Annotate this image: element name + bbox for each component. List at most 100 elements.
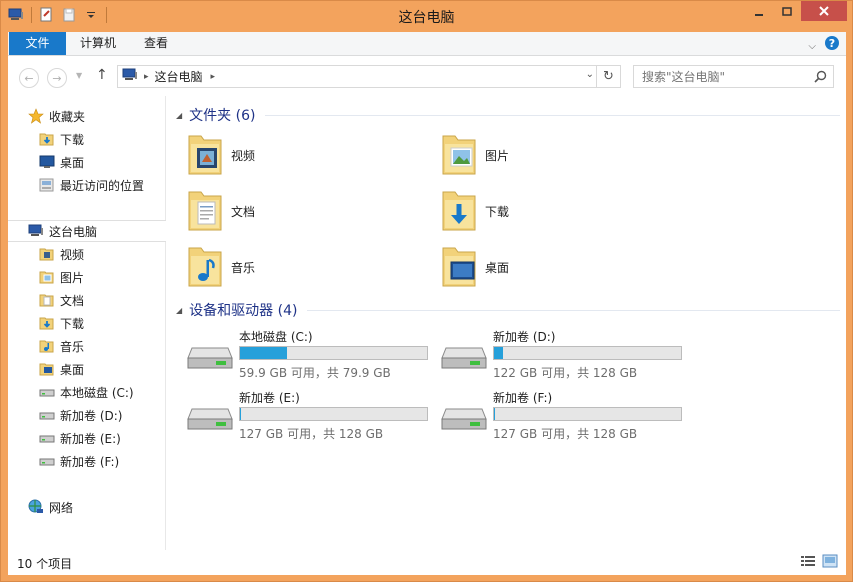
group-title: 设备和驱动器 (4) <box>189 303 298 319</box>
pictures-folder-icon <box>441 132 477 179</box>
folders-group-header[interactable]: ◢ 文件夹 (6) <box>176 105 840 125</box>
sidebar-item-downloads[interactable]: 下载 <box>8 128 166 150</box>
drive-tile-e[interactable]: 新加卷 (E:) 127 GB 可用，共 128 GB <box>186 389 436 445</box>
documents-folder-icon <box>38 291 56 309</box>
drive-usage-fill <box>494 347 503 359</box>
folder-label: 文档 <box>231 205 256 219</box>
tab-computer[interactable]: 计算机 <box>68 32 128 55</box>
desktop-folder-icon <box>38 360 56 378</box>
folder-desktop[interactable]: 桌面 <box>441 244 509 291</box>
window-title: 这台电脑 <box>398 10 455 26</box>
sidebar-item-label: 新加卷 (D:) <box>60 408 123 423</box>
sidebar-item-drive-f[interactable]: 新加卷 (F:) <box>8 450 166 472</box>
item-count: 10 个项目 <box>17 557 73 571</box>
arrow-right-icon: → <box>52 71 62 85</box>
forward-button[interactable]: → <box>47 68 67 88</box>
minimize-button[interactable] <box>745 1 773 23</box>
folder-documents[interactable]: 文档 <box>187 188 255 235</box>
ribbon: 文件 计算机 查看 ⌵ ? <box>8 32 846 56</box>
sidebar-item-videos[interactable]: 视频 <box>8 243 166 265</box>
breadcrumb-separator-icon[interactable]: ▸ <box>144 72 149 82</box>
back-button[interactable]: ← <box>19 68 39 88</box>
drive-space-info: 127 GB 可用，共 128 GB <box>239 427 384 441</box>
folder-downloads[interactable]: 下载 <box>441 188 509 235</box>
drive-name: 新加卷 (E:) <box>239 391 300 405</box>
drive-icon <box>38 383 56 401</box>
collapse-triangle-icon[interactable]: ◢ <box>176 306 182 315</box>
folder-pictures[interactable]: 图片 <box>441 132 509 179</box>
sidebar-item-recent-places[interactable]: 最近访问的位置 <box>8 174 166 196</box>
drive-name: 新加卷 (F:) <box>493 391 553 405</box>
sidebar-item-documents[interactable]: 文档 <box>8 289 166 311</box>
address-dropdown-button[interactable]: ⌄ <box>586 69 594 80</box>
search-icon[interactable] <box>814 70 827 86</box>
recent-places-icon <box>38 176 56 194</box>
folder-label: 图片 <box>485 149 510 163</box>
sidebar-item-desktop-pc[interactable]: 桌面 <box>8 358 166 380</box>
sidebar-item-label: 网络 <box>49 500 74 515</box>
sidebar-item-label: 新加卷 (F:) <box>60 454 120 469</box>
help-button[interactable]: ? <box>824 35 840 54</box>
sidebar-item-drive-c[interactable]: 本地磁盘 (C:) <box>8 381 166 403</box>
title-bar: 这台电脑 <box>1 1 852 31</box>
drive-usage-fill <box>494 408 495 420</box>
group-divider <box>307 309 840 311</box>
large-icons-view-button[interactable] <box>822 554 838 571</box>
sidebar-item-network[interactable]: 网络 <box>8 496 166 518</box>
folder-label: 音乐 <box>231 261 256 275</box>
drive-usage-fill <box>240 347 287 359</box>
expand-ribbon-button[interactable]: ⌵ <box>808 38 816 52</box>
breadcrumb-this-pc[interactable]: 这台电脑 <box>155 68 203 85</box>
sidebar-item-desktop[interactable]: 桌面 <box>8 151 166 173</box>
navigation-pane: 收藏夹 下载 桌面 最近访问的位置 这台电脑 视频 图片 文档 下载 音乐 桌面… <box>8 96 166 550</box>
sidebar-item-label: 新加卷 (E:) <box>60 431 121 446</box>
tab-file[interactable]: 文件 <box>9 32 66 55</box>
drive-icon <box>38 452 56 470</box>
breadcrumb-chevron-icon[interactable]: ▸ <box>211 72 216 82</box>
hard-drive-icon <box>440 403 488 436</box>
window-controls <box>745 1 847 23</box>
tab-view[interactable]: 查看 <box>130 32 182 55</box>
drive-usage-bar <box>493 407 682 421</box>
sidebar-item-drive-d[interactable]: 新加卷 (D:) <box>8 404 166 426</box>
address-bar[interactable]: ▸ 这台电脑 ▸ ⌄ ↻ <box>117 65 621 88</box>
drive-tile-d[interactable]: 新加卷 (D:) 122 GB 可用，共 128 GB <box>440 328 690 384</box>
chevron-down-icon: ⌵ <box>808 40 816 52</box>
sidebar-item-label: 最近访问的位置 <box>60 178 145 193</box>
details-view-button[interactable] <box>800 554 816 571</box>
sidebar-item-label: 音乐 <box>60 339 85 354</box>
sidebar-item-drive-e[interactable]: 新加卷 (E:) <box>8 427 166 449</box>
sidebar-item-this-pc[interactable]: 这台电脑 <box>8 220 166 242</box>
desktop-icon <box>38 153 56 171</box>
status-bar: 10 个项目 <box>8 550 846 575</box>
star-icon <box>27 107 45 125</box>
collapse-triangle-icon[interactable]: ◢ <box>176 111 182 120</box>
arrow-left-icon: ← <box>24 71 34 85</box>
downloads-folder-icon <box>38 130 56 148</box>
network-icon <box>27 498 45 516</box>
sidebar-item-pictures[interactable]: 图片 <box>8 266 166 288</box>
drive-space-info: 122 GB 可用，共 128 GB <box>493 366 638 380</box>
folder-videos[interactable]: 视频 <box>187 132 255 179</box>
drive-tile-f[interactable]: 新加卷 (F:) 127 GB 可用，共 128 GB <box>440 389 690 445</box>
drive-space-info: 127 GB 可用，共 128 GB <box>493 427 638 441</box>
maximize-button[interactable] <box>773 1 801 23</box>
sidebar-item-downloads-pc[interactable]: 下载 <box>8 312 166 334</box>
sidebar-item-music[interactable]: 音乐 <box>8 335 166 357</box>
refresh-button[interactable]: ↻ <box>596 66 620 87</box>
drive-icon <box>38 429 56 447</box>
drive-tile-c[interactable]: 本地磁盘 (C:) 59.9 GB 可用，共 79.9 GB <box>186 328 436 384</box>
up-button[interactable]: ↑ <box>96 67 108 83</box>
chevron-down-icon: ▼ <box>76 71 83 80</box>
downloads-folder-icon <box>441 188 477 235</box>
search-input[interactable] <box>642 69 812 84</box>
sidebar-item-favorites[interactable]: 收藏夹 <box>8 105 166 127</box>
navigation-bar: ← → ▼ ↑ ▸ 这台电脑 ▸ ⌄ ↻ <box>8 56 846 96</box>
folder-music[interactable]: 音乐 <box>187 244 255 291</box>
drives-group-header[interactable]: ◢ 设备和驱动器 (4) <box>176 300 840 320</box>
pictures-folder-icon <box>38 268 56 286</box>
folder-label: 桌面 <box>485 261 510 275</box>
recent-locations-button[interactable]: ▼ <box>76 71 82 80</box>
close-button[interactable] <box>801 1 847 21</box>
videos-folder-icon <box>38 245 56 263</box>
